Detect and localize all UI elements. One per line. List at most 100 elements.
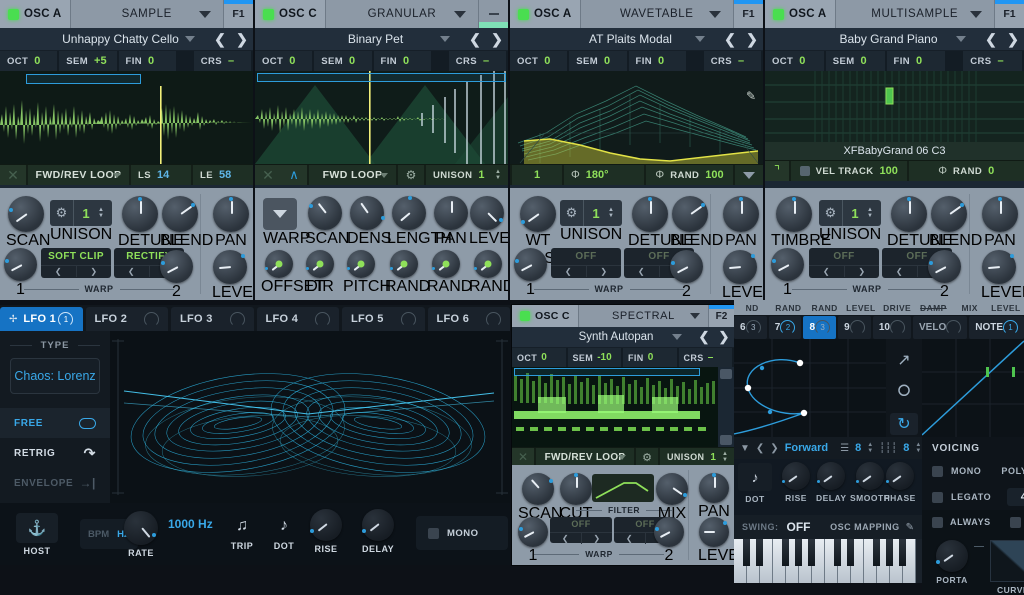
preset-prev-button[interactable]: ❮ bbox=[719, 31, 741, 48]
preset-dropdown-icon[interactable] bbox=[695, 36, 705, 42]
knob-pan[interactable]: PAN bbox=[722, 196, 760, 250]
power-led-icon[interactable] bbox=[518, 9, 529, 20]
osc-fkey-badge[interactable]: F1 bbox=[733, 0, 763, 28]
osc-type-selector[interactable]: SAMPLE bbox=[71, 0, 224, 28]
export-icon[interactable]: ↗ bbox=[890, 349, 918, 371]
velocity-curve-editor[interactable] bbox=[922, 339, 1024, 437]
mod-tab-velo[interactable]: VELO bbox=[913, 316, 967, 339]
close-icon[interactable]: ✕ bbox=[255, 167, 281, 184]
osc-fkey-badge[interactable]: F1 bbox=[994, 0, 1024, 28]
param-fin[interactable]: FIN0 bbox=[887, 51, 948, 71]
warp1-mode-button[interactable]: OFF ❮❯ bbox=[809, 248, 879, 278]
warp1-prev[interactable]: ❮ bbox=[550, 533, 582, 544]
knob-scan[interactable]: SCAN bbox=[518, 473, 558, 523]
gear-icon[interactable]: ⚙ bbox=[50, 200, 74, 226]
stepper-icon[interactable]: ▲▼ bbox=[608, 207, 618, 219]
param-crs[interactable]: CRS– bbox=[704, 51, 763, 71]
knob-detune[interactable]: DETUNE bbox=[628, 196, 672, 250]
mod-tab-9[interactable]: 9 bbox=[838, 316, 871, 339]
preset-dropdown-icon[interactable] bbox=[956, 36, 966, 42]
param-oct[interactable]: OCT0 bbox=[512, 348, 568, 367]
knob-scan[interactable]: SCAN bbox=[305, 196, 345, 248]
mono-checkbox[interactable] bbox=[428, 528, 439, 539]
vel-track-field[interactable]: VEL TRACK 100 bbox=[789, 161, 907, 181]
wt-menu-button[interactable] bbox=[733, 165, 763, 185]
wt-phase-field[interactable]: Φ180° bbox=[562, 165, 644, 185]
power-led-icon[interactable] bbox=[263, 9, 274, 20]
knob-delay[interactable]: DELAY bbox=[362, 509, 394, 554]
stepper-icon[interactable]: ▲▼ bbox=[495, 169, 501, 181]
loop-mode-selector[interactable]: FWD/REV LOOP bbox=[534, 448, 634, 466]
osc-type-selector[interactable]: SPECTRAL bbox=[579, 305, 708, 327]
param-crs[interactable]: CRS– bbox=[449, 51, 508, 71]
unison-control[interactable]: ⚙1▲▼ UNISON bbox=[819, 200, 881, 244]
spectral-scrollbar[interactable] bbox=[718, 367, 734, 447]
knob-delay[interactable]: DELAY bbox=[816, 462, 847, 503]
loop-selection-bar[interactable] bbox=[257, 73, 506, 82]
loop-oval-icon[interactable]: ⭘ bbox=[890, 381, 918, 403]
preset-next-button[interactable]: ❯ bbox=[714, 329, 734, 345]
preset-name[interactable]: Baby Grand Piano bbox=[765, 32, 956, 46]
knob-blend[interactable]: BLEND bbox=[929, 196, 969, 250]
param-fin[interactable]: FIN0 bbox=[629, 51, 688, 71]
param-sem[interactable]: SEM0 bbox=[826, 51, 887, 71]
always-checkbox[interactable] bbox=[932, 517, 943, 528]
param-fin[interactable]: FIN0 bbox=[119, 51, 178, 71]
warp2-prev[interactable]: ❮ bbox=[882, 266, 918, 277]
unison-field[interactable]: UNISON 1 ▲▼ bbox=[424, 165, 508, 185]
granular-waveform-display[interactable] bbox=[255, 71, 508, 164]
next-button[interactable]: ❯ bbox=[770, 443, 778, 454]
param-oct[interactable]: OCT0 bbox=[510, 51, 569, 71]
dot-button[interactable]: ♪ DOT bbox=[738, 463, 772, 504]
mod-tab-6[interactable]: 63 bbox=[734, 316, 767, 339]
preset-name[interactable]: Binary Pet bbox=[255, 32, 440, 46]
knob-rand-3[interactable]: RAND bbox=[469, 250, 507, 296]
lfo-amount-ring[interactable] bbox=[315, 312, 330, 327]
lfo-mode-retrig[interactable]: RETRIG ↷ bbox=[0, 438, 110, 468]
knob-rise[interactable]: RISE bbox=[310, 509, 342, 554]
mod-amount-ring[interactable]: 3 bbox=[815, 320, 830, 335]
knob-porta[interactable]: PORTA bbox=[936, 540, 968, 585]
preset-dropdown-icon[interactable] bbox=[672, 334, 682, 340]
rand-field[interactable]: Φ RAND 0 bbox=[907, 161, 1024, 181]
knob-rand-1[interactable]: RAND bbox=[385, 250, 423, 296]
knob-phase[interactable]: PHASE bbox=[884, 462, 916, 503]
knob-level[interactable]: LEVEL bbox=[469, 196, 505, 248]
mod-tab-8[interactable]: 83 bbox=[803, 316, 836, 339]
unison-control[interactable]: ⚙1▲▼ UNISON bbox=[560, 200, 622, 244]
lfo-mode-envelope[interactable]: ENVELOPE →| bbox=[0, 468, 110, 498]
mod-amount-ring[interactable]: 3 bbox=[746, 320, 761, 335]
lfo-tab-5[interactable]: LFO 5 bbox=[342, 307, 425, 331]
osc-tag[interactable]: OSC A bbox=[0, 0, 71, 28]
param-oct[interactable]: OCT0 bbox=[765, 51, 826, 71]
osc-tag[interactable]: OSC C bbox=[512, 305, 579, 327]
knob-dir[interactable]: DIR bbox=[303, 250, 337, 296]
steps-b-value[interactable]: 8 bbox=[903, 442, 909, 454]
preset-name[interactable]: Synth Autopan bbox=[512, 331, 672, 343]
warp1-next[interactable]: ❯ bbox=[582, 533, 613, 544]
spectral-display[interactable] bbox=[512, 367, 734, 447]
scrollbar-thumb-2[interactable] bbox=[720, 435, 732, 445]
wt-index-field[interactable]: 1 bbox=[510, 165, 562, 185]
loop-end-field[interactable]: LE58 bbox=[191, 165, 253, 185]
param-oct[interactable]: OCT0 bbox=[255, 51, 314, 71]
mod-amount-ring[interactable] bbox=[946, 320, 961, 335]
osc-tag[interactable]: OSC A bbox=[510, 0, 581, 28]
preset-next-button[interactable]: ❯ bbox=[486, 31, 508, 48]
warp1-mode-button[interactable]: OFF ❮❯ bbox=[551, 248, 621, 278]
osc-type-selector[interactable]: MULTISAMPLE bbox=[836, 0, 995, 28]
loop-start-field[interactable]: LS14 bbox=[129, 165, 191, 185]
unison-control[interactable]: ⚙1▲▼ UNISON bbox=[50, 200, 112, 244]
mod-amount-ring[interactable]: 1 bbox=[1003, 320, 1018, 335]
stepper-icon[interactable]: ▲▼ bbox=[867, 207, 877, 219]
mod-tab-7[interactable]: 72 bbox=[769, 316, 802, 339]
knob-pan[interactable]: PAN bbox=[981, 196, 1019, 250]
legato-checkbox[interactable] bbox=[932, 492, 943, 503]
knob-level[interactable]: LEVEL bbox=[981, 250, 1017, 300]
warp1-prev[interactable]: ❮ bbox=[41, 266, 77, 277]
knob-timbre[interactable]: TIMBRE bbox=[771, 196, 817, 250]
move-handle-icon[interactable]: ✢ bbox=[9, 314, 21, 325]
knob-blend[interactable]: BLEND bbox=[670, 196, 710, 250]
warp1-next[interactable]: ❯ bbox=[845, 266, 880, 277]
param-fin[interactable]: FIN0 bbox=[623, 348, 679, 367]
